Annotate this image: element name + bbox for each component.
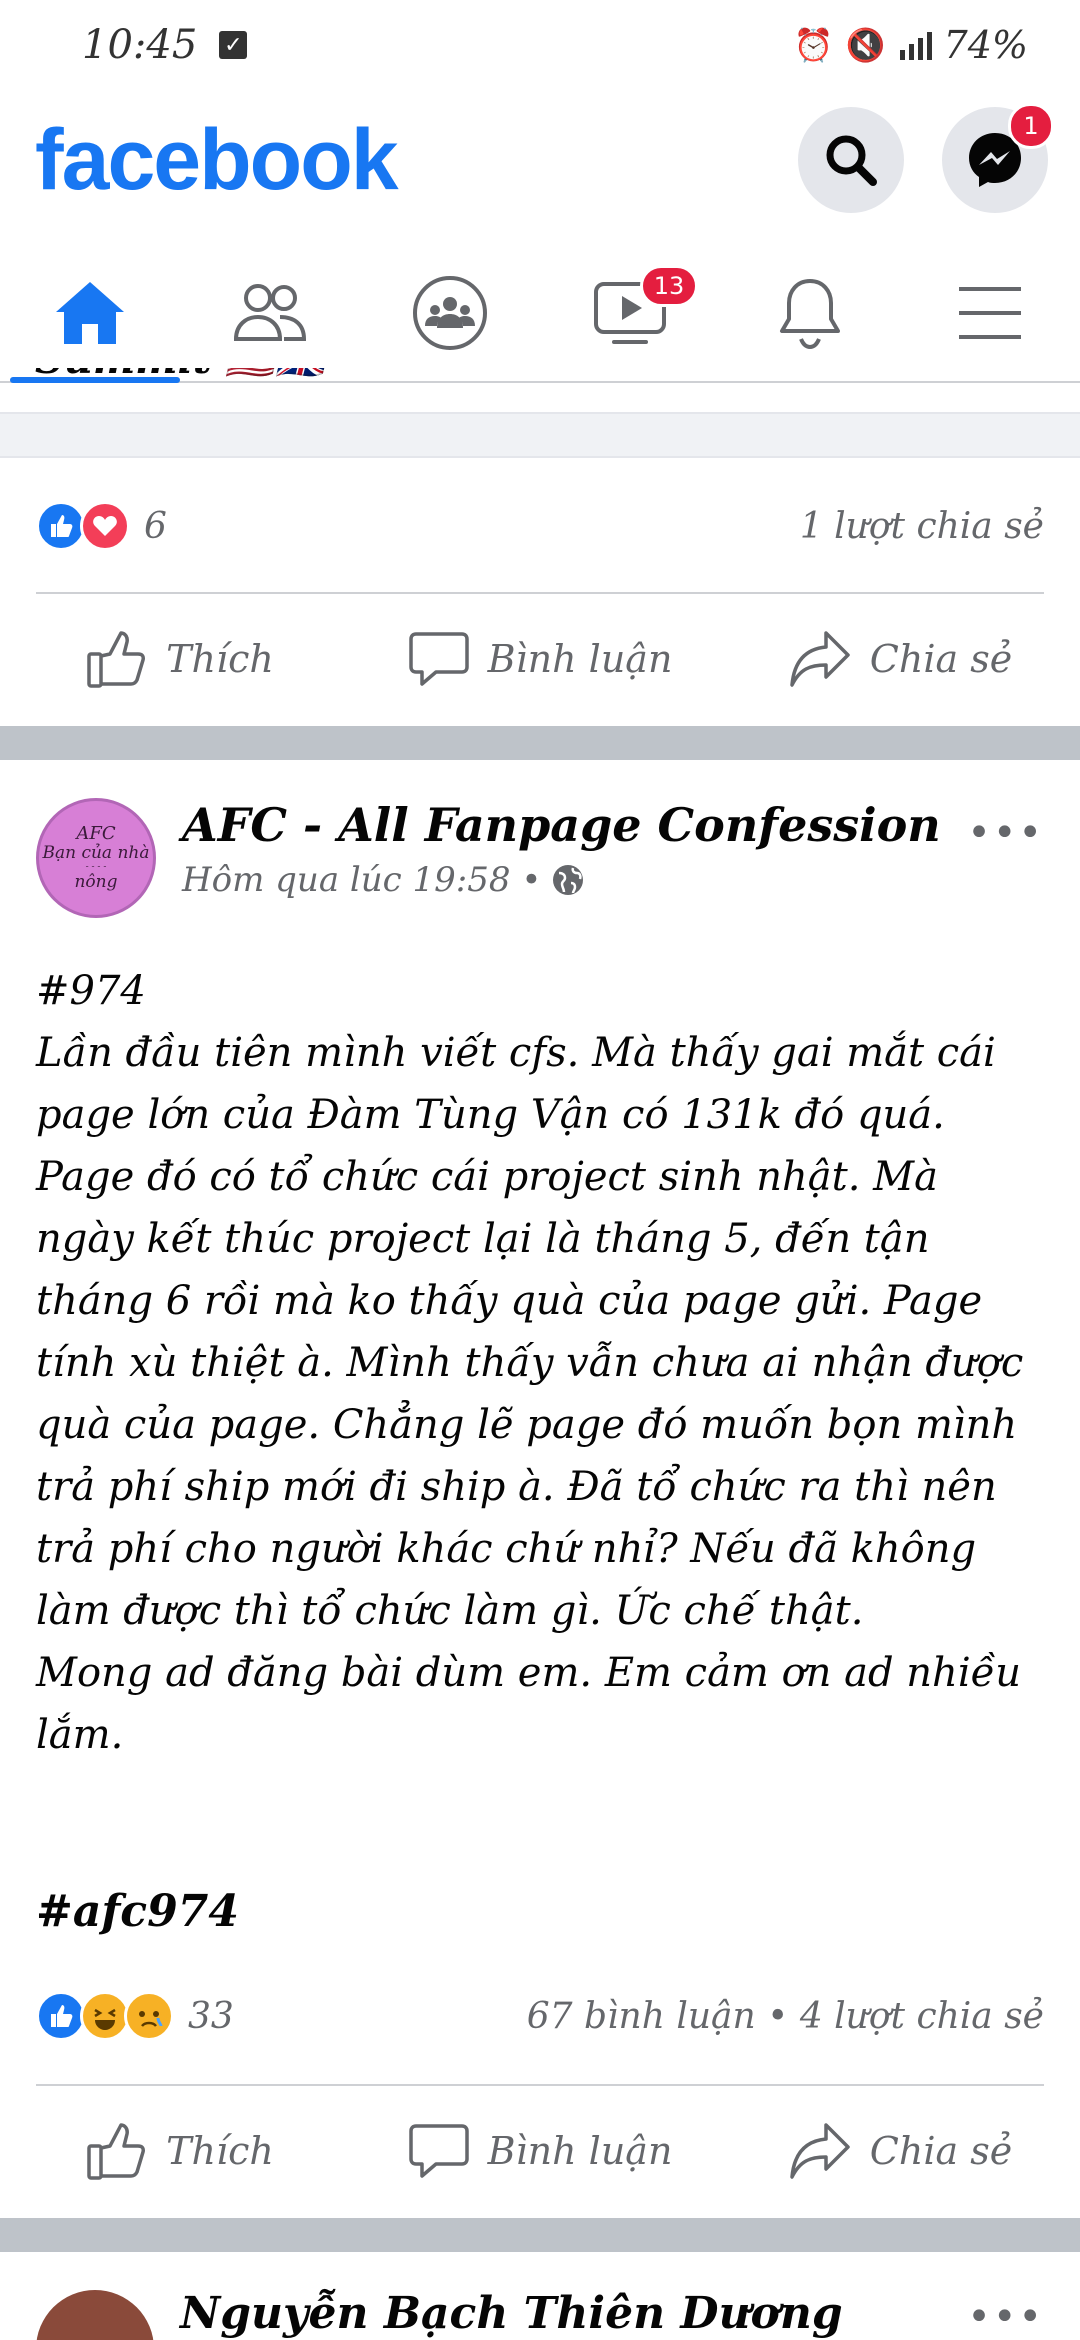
feed-separator (0, 2218, 1080, 2252)
status-bar: 10:45 ✓ ⏰ 🔇 74% (0, 0, 1080, 90)
tab-menu[interactable] (900, 245, 1080, 381)
nav-tabs: 13 (0, 245, 1080, 383)
previous-post-link-preview[interactable] (0, 412, 1080, 458)
like-button[interactable]: Thích (0, 604, 360, 714)
alarm-icon: ⏰ (793, 26, 834, 64)
globe-icon (553, 865, 584, 895)
divider (36, 2084, 1044, 2086)
tab-home[interactable] (0, 245, 180, 383)
tab-notifications[interactable] (720, 245, 900, 381)
groups-icon (413, 276, 487, 350)
post-stats: 33 67 bình luận • 4 lượt chia sẻ (36, 1986, 1044, 2046)
divider (36, 592, 1044, 594)
status-time: 10:45 (82, 22, 198, 68)
like-reaction-icon (36, 501, 86, 551)
battery-level: 74% (943, 23, 1028, 67)
more-options-icon[interactable]: ••• (967, 2294, 1044, 2340)
post-header: AFC Bạn của nhà - - - - nông AFC - All F… (36, 798, 1044, 920)
sad-reaction-icon (124, 1991, 174, 2041)
mute-icon: 🔇 (845, 26, 886, 64)
comment-icon (408, 632, 469, 686)
like-reaction-icon (36, 1991, 86, 2041)
checkbox-notification-icon: ✓ (219, 31, 248, 59)
comments-shares-count[interactable]: 67 bình luận • 4 lượt chia sẻ (527, 1996, 1044, 2037)
reaction-count[interactable]: 6 (144, 506, 167, 547)
friends-icon (233, 284, 307, 341)
next-post-avatar[interactable] (36, 2290, 154, 2340)
post-number: #974 (36, 968, 146, 1014)
tab-groups[interactable] (360, 245, 540, 381)
share-count[interactable]: 1 lượt chia sẻ (800, 506, 1044, 547)
bell-icon (780, 279, 840, 350)
search-button[interactable] (798, 107, 904, 213)
next-post-page-name[interactable]: Nguyễn Bạch Thiên Dương (180, 2288, 843, 2339)
tab-friends[interactable] (180, 245, 360, 381)
page-avatar[interactable]: AFC Bạn của nhà - - - - nông (36, 798, 156, 918)
share-button[interactable]: Chia sẻ (720, 2096, 1080, 2206)
post-actions: Thích Bình luận Chia sẻ (0, 2096, 1080, 2206)
signal-icon (899, 32, 932, 60)
search-icon (826, 135, 877, 186)
comment-button[interactable]: Bình luận (360, 604, 720, 714)
previous-post-actions: Thích Bình luận Chia sẻ (0, 604, 1080, 714)
comment-icon (408, 2124, 469, 2178)
love-reaction-icon (80, 501, 130, 551)
flags-emoji: 🇺🇸🇬🇧 (225, 368, 325, 383)
post-text: #974 Lần đầu tiên mình viết cfs. Mà thấy… (36, 960, 1046, 1766)
watch-badge: 13 (640, 265, 698, 307)
thumbs-up-icon (87, 631, 146, 688)
like-button[interactable]: Thích (0, 2096, 360, 2206)
haha-reaction-icon (80, 1991, 130, 2041)
thumbs-up-icon (87, 2123, 146, 2180)
app-header: facebook 1 (0, 95, 1080, 225)
tab-watch[interactable]: 13 (540, 245, 720, 381)
previous-post-stats: 6 1 lượt chia sẻ (36, 496, 1044, 556)
page-name[interactable]: AFC - All Fanpage Confession (182, 798, 1044, 852)
reaction-count[interactable]: 33 (188, 1996, 234, 2037)
previous-post-title: Summit 🇺🇸🇬🇧 (35, 368, 435, 412)
post-hashtag[interactable]: #afc974 (36, 1886, 239, 1937)
share-icon (790, 631, 850, 687)
home-icon (56, 282, 124, 344)
feed-separator (0, 726, 1080, 760)
post-time[interactable]: Hôm qua lúc 19:58 • (182, 860, 541, 900)
next-post-header: Nguyễn Bạch Thiên Dương ••• (36, 2288, 1044, 2340)
post-paragraph: Mong ad đăng bài dùm em. Em cảm ơn ad nh… (36, 1650, 1021, 1758)
comment-button[interactable]: Bình luận (360, 2096, 720, 2206)
share-icon (790, 2123, 850, 2179)
more-options-icon[interactable]: ••• (967, 810, 1044, 856)
messenger-button[interactable]: 1 (942, 103, 1054, 213)
menu-icon (959, 287, 1021, 339)
messenger-badge: 1 (1008, 103, 1054, 149)
share-button[interactable]: Chia sẻ (720, 604, 1080, 714)
post-paragraph: Lần đầu tiên mình viết cfs. Mà thấy gai … (36, 1030, 1024, 1634)
facebook-logo[interactable]: facebook (35, 111, 399, 210)
